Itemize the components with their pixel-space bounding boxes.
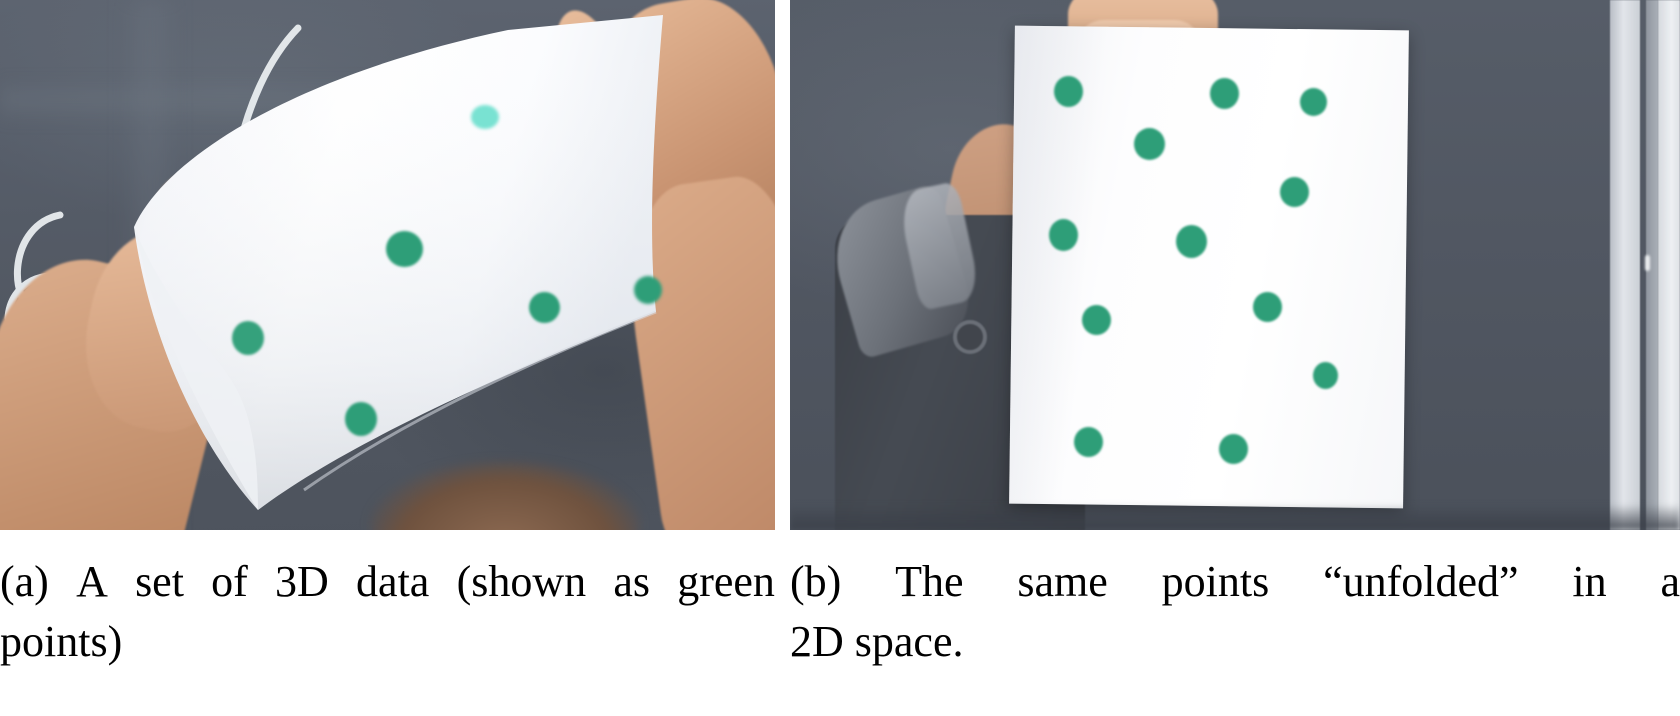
data-point-dot	[471, 105, 499, 129]
data-point-dot	[1210, 78, 1239, 109]
panel-a-image	[0, 0, 775, 530]
caption-b-line1: (b) The same points “unfolded” in a	[790, 552, 1680, 612]
caption-a-line1: (a) A set of 3D data (shown as green	[0, 552, 775, 612]
data-point-dot	[232, 321, 264, 355]
caption-a-line2: points)	[0, 617, 123, 666]
frame-highlight	[1645, 255, 1650, 271]
data-point-dot	[1280, 177, 1309, 207]
captions-row: (a) A set of 3D data (shown as green poi…	[0, 530, 1680, 716]
data-point-dot	[386, 231, 423, 267]
wall-frame-edge	[1658, 0, 1680, 530]
bottom-blur-b	[790, 504, 1680, 530]
caption-a-label: (a)	[0, 557, 49, 606]
caption-b: (b) The same points “unfolded” in a 2D s…	[790, 552, 1680, 672]
shirt-button-b	[953, 320, 987, 354]
panel-b-image	[790, 0, 1680, 530]
data-point-dot	[345, 402, 377, 436]
data-point-dot	[1054, 76, 1083, 107]
data-point-dot	[1300, 88, 1327, 116]
data-point-dot	[1082, 305, 1111, 335]
data-point-dot	[1253, 292, 1282, 322]
data-point-dot	[1313, 362, 1338, 389]
wall-frame-outer	[1610, 0, 1640, 530]
data-point-dot	[634, 276, 662, 304]
data-point-dot	[1176, 225, 1207, 258]
data-point-dot	[529, 292, 560, 323]
panels-row	[0, 0, 1680, 530]
data-point-dot	[1049, 219, 1078, 251]
caption-a: (a) A set of 3D data (shown as green poi…	[0, 552, 775, 672]
data-point-dot	[1134, 128, 1165, 160]
data-point-dot	[1074, 427, 1103, 457]
figure-container: (a) A set of 3D data (shown as green poi…	[0, 0, 1680, 716]
caption-b-label: (b)	[790, 557, 842, 606]
data-point-dot	[1219, 434, 1248, 464]
caption-b-line2: 2D space.	[790, 617, 964, 666]
